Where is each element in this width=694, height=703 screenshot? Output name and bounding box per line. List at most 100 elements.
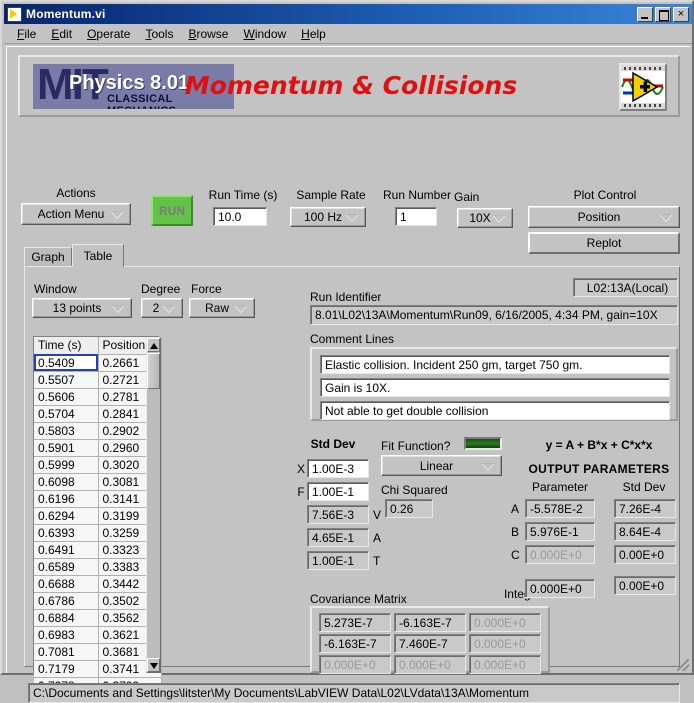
chevron-down-icon: [163, 305, 175, 312]
table-row[interactable]: 0.6098 0.3081: [34, 473, 162, 491]
chevron-down-icon: [660, 214, 672, 221]
table-row[interactable]: 0.5999 0.3020: [34, 456, 162, 474]
run-time-input[interactable]: 10.0: [213, 207, 267, 226]
close-button[interactable]: ×: [673, 6, 689, 22]
cell-time[interactable]: 0.6688: [34, 575, 99, 593]
cell-time[interactable]: 0.5704: [34, 405, 99, 423]
std-dev-f-input[interactable]: 1.00E-1: [307, 482, 369, 501]
cell-time[interactable]: 0.5999: [34, 456, 99, 474]
plot-control-dropdown[interactable]: Position: [528, 206, 680, 228]
cell-time[interactable]: 0.6884: [34, 609, 99, 627]
tab-graph[interactable]: Graph: [24, 247, 72, 266]
tab-table[interactable]: Table: [72, 244, 124, 267]
cell-time[interactable]: 0.6983: [34, 626, 99, 644]
actions-label: Actions: [56, 186, 96, 200]
fit-function-led[interactable]: [464, 437, 502, 450]
cell-time[interactable]: 0.6393: [34, 524, 99, 542]
table-scrollbar[interactable]: [146, 337, 161, 673]
menu-item-help[interactable]: Help: [294, 26, 334, 42]
cell-time[interactable]: 0.6098: [34, 473, 99, 491]
cell-time[interactable]: 0.6786: [34, 592, 99, 610]
table-row[interactable]: 0.5803 0.2902: [34, 422, 162, 440]
menu-item-operate[interactable]: Operate: [80, 26, 138, 42]
table-row[interactable]: 0.5704 0.2841: [34, 405, 162, 423]
action-menu-dropdown[interactable]: Action Menu: [21, 203, 131, 225]
degree-dropdown[interactable]: 2: [141, 298, 183, 318]
table-row[interactable]: 0.6491 0.3323: [34, 541, 162, 559]
table-row[interactable]: 0.6294 0.3199: [34, 507, 162, 525]
std-dev-a-indicator: 4.65E-1: [307, 528, 369, 547]
covariance-cell-2-0: 0.000E+0: [319, 655, 391, 674]
table-row[interactable]: 0.6983 0.3621: [34, 626, 162, 644]
resize-grip[interactable]: [677, 659, 689, 671]
table-row[interactable]: 0.6884 0.3562: [34, 609, 162, 627]
window-buttons: ×: [637, 6, 689, 22]
std-dev-x-input[interactable]: 1.00E-3: [307, 459, 369, 478]
run-number-label: Run Number: [382, 188, 452, 202]
cell-time[interactable]: 0.6196: [34, 490, 99, 508]
scrollbar-thumb[interactable]: [147, 353, 160, 389]
run-identifier-value: 8.01\L02\13A\Momentum\Run09, 6/16/2005, …: [310, 305, 678, 325]
menu-item-file[interactable]: File: [10, 26, 44, 42]
std-dev-unit-a: A: [373, 531, 382, 545]
cell-time[interactable]: 0.5606: [34, 388, 99, 406]
scroll-up-icon[interactable]: [147, 338, 160, 352]
menu-item-edit[interactable]: Edit: [44, 26, 80, 42]
menu-item-tools[interactable]: Tools: [138, 26, 181, 42]
fit-function-dropdown[interactable]: Linear: [381, 455, 502, 476]
vi-window: Momentum.vi × File Edit Operate Tools Br…: [0, 0, 694, 703]
chevron-down-icon: [493, 215, 505, 222]
table-row[interactable]: 0.6589 0.3383: [34, 558, 162, 576]
cell-time[interactable]: 0.6491: [34, 541, 99, 559]
table-header-row: Time (s) Position (m): [34, 337, 162, 355]
force-label: Force: [191, 282, 222, 296]
table-row[interactable]: 0.5507 0.2721: [34, 371, 162, 389]
window-dropdown[interactable]: 13 points: [32, 298, 132, 318]
file-path-indicator: C:\Documents and Settings\litster\My Doc…: [28, 683, 680, 703]
maximize-button[interactable]: [655, 6, 671, 22]
cell-time[interactable]: 0.5409: [34, 354, 99, 372]
column-header-time: Time (s): [34, 337, 99, 355]
cell-time[interactable]: 0.6294: [34, 507, 99, 525]
cell-time[interactable]: 0.5803: [34, 422, 99, 440]
table-row[interactable]: 0.7081 0.3681: [34, 643, 162, 661]
table-row[interactable]: 0.6196 0.3141: [34, 490, 162, 508]
data-table: Time (s) Position (m) 0.5409 0.2661 0.5507…: [34, 337, 162, 695]
minimize-button[interactable]: [637, 6, 653, 22]
run-number-input[interactable]: 1: [395, 207, 437, 226]
comment-line-3[interactable]: Not able to get double collision: [320, 401, 670, 420]
degree-label: Degree: [141, 282, 181, 296]
cell-time[interactable]: 0.5507: [34, 371, 99, 389]
data-table-container[interactable]: Time (s) Position (m) 0.5409 0.2661 0.5507…: [33, 336, 162, 695]
table-row[interactable]: 0.5409 0.2661: [34, 354, 162, 372]
page-title: Momentum & Collisions: [184, 71, 518, 100]
chi-squared-value: 0.26: [385, 499, 433, 518]
run-button[interactable]: RUN: [151, 195, 193, 226]
table-row[interactable]: 0.5901 0.2960: [34, 439, 162, 457]
chi-squared-label: Chi Squared: [381, 483, 448, 497]
table-row[interactable]: 0.7179 0.3741: [34, 660, 162, 678]
tab-strip: Graph Table: [24, 244, 680, 267]
sample-rate-dropdown[interactable]: 100 Hz: [290, 207, 366, 227]
table-row[interactable]: 0.6786 0.3502: [34, 592, 162, 610]
force-dropdown[interactable]: Raw: [189, 298, 255, 318]
cell-time[interactable]: 0.5901: [34, 439, 99, 457]
covariance-cell-1-1: 7.460E-7: [394, 634, 466, 653]
scroll-down-icon[interactable]: [147, 658, 160, 672]
cell-time[interactable]: 0.7081: [34, 643, 99, 661]
menu-item-browse[interactable]: Browse: [181, 26, 236, 42]
table-row[interactable]: 0.6393 0.3259: [34, 524, 162, 542]
menu-bar: File Edit Operate Tools Browse Window He…: [4, 25, 692, 44]
table-row[interactable]: 0.6688 0.3442: [34, 575, 162, 593]
covariance-matrix-box: 5.273E-7 -6.163E-7 0.000E+0 -6.163E-7 7.…: [310, 606, 550, 674]
covariance-cell-2-1: 0.000E+0: [394, 655, 466, 674]
fit-equation-label: y = A + B*x + C*x*x: [545, 438, 653, 452]
cell-time[interactable]: 0.6589: [34, 558, 99, 576]
gain-dropdown[interactable]: 10X: [457, 208, 513, 228]
menu-item-window[interactable]: Window: [236, 26, 294, 42]
std-dev-unit-v: V: [373, 508, 382, 522]
comment-line-1[interactable]: Elastic collision. Incident 250 gm, targ…: [320, 355, 670, 374]
comment-line-2[interactable]: Gain is 10X.: [320, 378, 670, 397]
cell-time[interactable]: 0.7179: [34, 660, 99, 678]
table-row[interactable]: 0.5606 0.2781: [34, 388, 162, 406]
